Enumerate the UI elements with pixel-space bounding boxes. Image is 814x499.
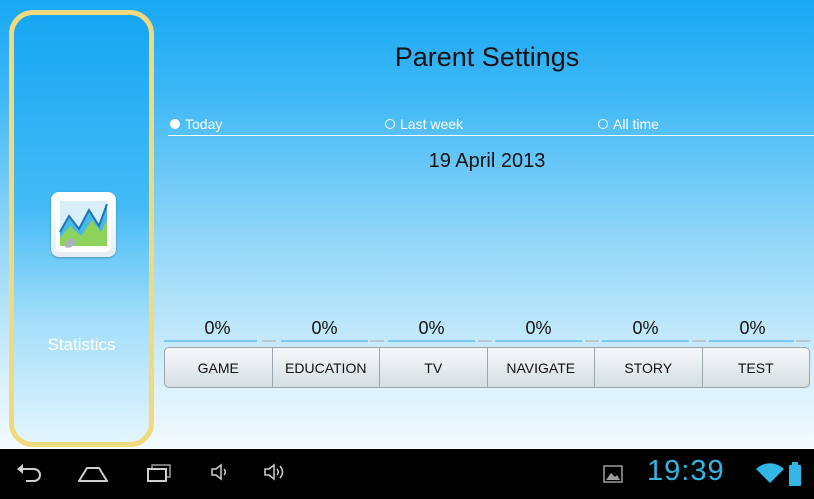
radio-all-time-label: All time [613,116,659,132]
page-title: Parent Settings [394,42,580,72]
radio-unselected-icon [598,119,608,129]
system-navigation-bar: 19:39 [0,449,814,499]
recent-apps-icon[interactable] [144,459,174,485]
divider-line [692,340,706,342]
category-tabs: GAME EDUCATION TV NAVIGATE STORY TEST [164,347,810,388]
divider-line [478,340,492,342]
tv-percent: 0% [418,318,445,338]
radio-last-week-label: Last week [400,116,464,132]
story-percent: 0% [632,318,659,338]
tab-education[interactable]: EDUCATION [273,348,380,387]
divider-line [370,340,384,342]
game-percent: 0% [204,318,231,338]
radio-today-label: Today [185,116,223,132]
volume-up-icon[interactable] [262,462,288,482]
test-bar [709,340,794,342]
app-root: Statistics Parent Settings Today Last we… [0,0,814,499]
volume-down-icon[interactable] [209,462,231,482]
navigate-bar [495,340,582,342]
test-percent: 0% [739,318,766,338]
story-bar [602,340,689,342]
radio-all-time[interactable]: All time [598,116,659,132]
navigate-percent: 0% [525,318,552,338]
divider-line [796,340,810,342]
divider-line [585,340,599,342]
statistics-chart-icon[interactable] [51,192,116,257]
gallery-icon [603,465,623,488]
radio-unselected-icon [385,119,395,129]
radio-selected-icon [170,119,180,129]
radio-today[interactable]: Today [170,116,222,132]
divider-line [262,340,276,342]
tv-bar [388,340,475,342]
sidebar-statistics-panel[interactable]: Statistics [9,10,154,447]
home-icon[interactable] [76,459,110,485]
back-icon[interactable] [14,459,44,485]
tab-test[interactable]: TEST [703,348,810,387]
battery-icon [788,462,802,491]
clock: 19:39 [647,455,725,487]
game-bar [164,340,257,342]
period-filter: Today Last week All time [168,116,814,136]
wifi-icon [754,461,786,490]
tab-story[interactable]: STORY [595,348,703,387]
radio-last-week[interactable]: Last week [385,116,463,132]
tab-tv[interactable]: TV [380,348,488,387]
education-bar [281,340,368,342]
tab-game[interactable]: GAME [165,348,273,387]
tab-navigate[interactable]: NAVIGATE [488,348,595,387]
parent-settings-screen: Statistics Parent Settings Today Last we… [0,0,814,449]
education-percent: 0% [311,318,338,338]
date-display: 19 April 2013 [428,150,546,172]
statistics-label: Statistics [47,335,116,354]
